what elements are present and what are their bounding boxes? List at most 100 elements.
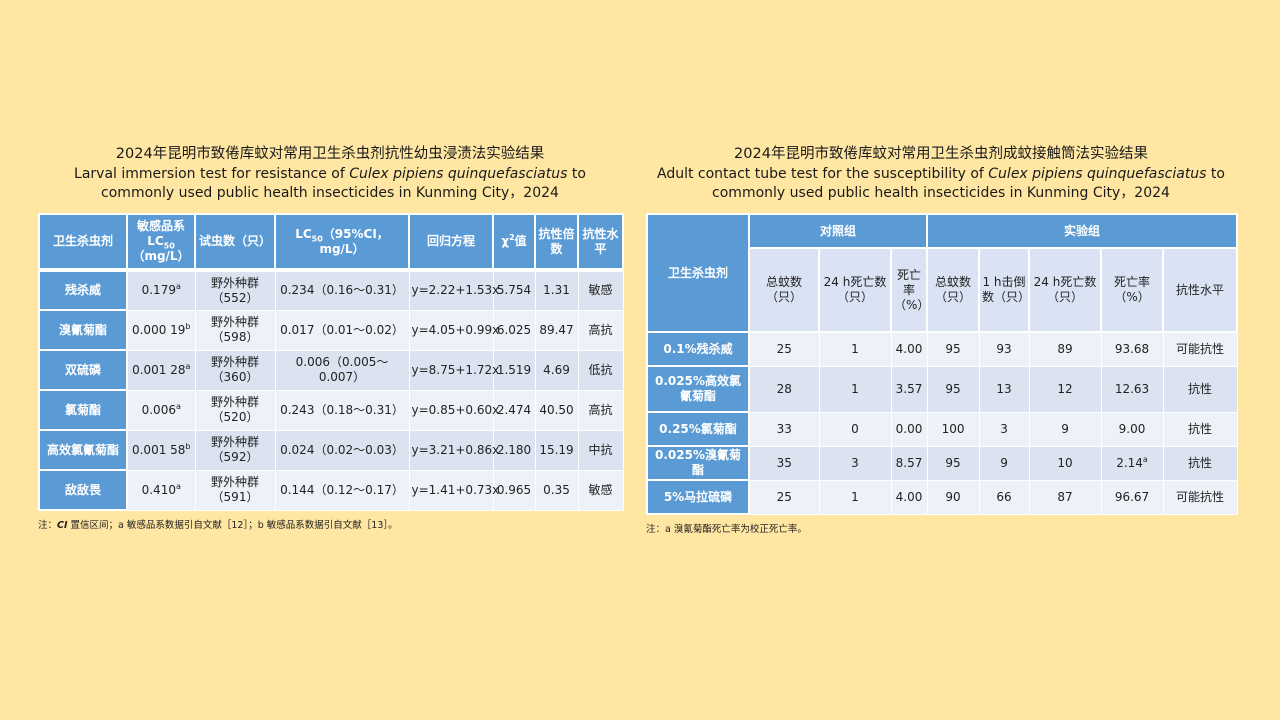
right-title-en: Adult contact tube test for the suscepti… (646, 165, 1236, 203)
col-resistance-ratio: 抗性倍数 (534, 213, 579, 272)
resistance-ratio: 4.69 (534, 349, 579, 391)
control-dead-24h: 1 (818, 365, 892, 413)
control-mortality: 4.00 (890, 331, 928, 367)
table-row: 残杀威 0.179a 野外种群 （552） 0.234（0.16～0.31） y=2.22… (38, 269, 624, 311)
exp-total: 95 (926, 331, 980, 367)
left-note-ci: CI (57, 520, 68, 531)
table-row: 双硫磷 0.001 28a 野外种群 （360） 0.006（0.005～0.007） y… (38, 349, 624, 391)
adult-results-table: 卫生杀虫剂 对照组 实验组 总蚊数（只） 24 h死亡数（只） 死亡率（%） 总… (646, 213, 1239, 515)
lc50-unit: （mg/L） (132, 249, 190, 263)
col-exp-knockdown-1h: 1 h击倒数（只） (978, 247, 1030, 333)
population-label: 野外种群 (210, 355, 259, 369)
col-control-mortality: 死亡率（%） (889, 247, 929, 333)
insecticide-name: 高效氯氰菊酯 (38, 429, 128, 471)
exp-dead-24h: 10 (1028, 445, 1102, 481)
lc50-ci: 0.017（0.01～0.02） (274, 309, 410, 351)
resistance-ratio: 15.19 (534, 429, 579, 471)
control-mortality: 0.00 (890, 411, 928, 447)
lc50-value: 0.001 58 (131, 442, 186, 457)
test-count: 野外种群 （591） (194, 469, 276, 511)
resistance-ratio: 40.50 (534, 389, 579, 431)
col-exp-mortality: 死亡率（%） (1100, 247, 1165, 333)
larval-results-table: 卫生杀虫剂 敏感品系 LC50 （mg/L） 试虫数（只） LC50（95%CI，m… (38, 213, 624, 511)
regression-equation: y=2.22+1.53x (408, 269, 499, 311)
susceptible-lc50: 0.410a (126, 469, 196, 511)
chi-symbol: χ (501, 234, 510, 248)
insecticide-name: 0.25%氯菊酯 (646, 411, 750, 447)
test-count: 野外种群 （592） (194, 429, 276, 471)
regression-equation: y=0.85+0.60x (408, 389, 499, 431)
exp-knockdown-1h: 9 (978, 445, 1030, 481)
exp-mortality: 9.00 (1100, 411, 1164, 447)
lc50-abbr: LC (147, 234, 164, 248)
population-count: （598） (211, 330, 259, 344)
population-count: （360） (211, 370, 259, 384)
population-label: 野外种群 (210, 435, 259, 449)
source-mark: b (185, 321, 191, 331)
left-title-en: Larval immersion test for resistance of … (38, 165, 622, 203)
col-chi-square: χ2值 (492, 213, 536, 272)
resistance-ratio: 0.35 (534, 469, 579, 511)
resistance-level: 高抗 (577, 309, 624, 351)
control-total: 25 (748, 331, 820, 367)
exp-dead-24h: 9 (1028, 411, 1102, 447)
control-total: 28 (748, 365, 820, 413)
left-note-text: 置信区间；a 敏感品系数据引自文献［12］；b 敏感品系数据引自文献［13］。 (67, 520, 398, 531)
chi-square-value: 5.754 (492, 269, 536, 311)
exp-total: 90 (926, 479, 980, 515)
right-title-en-species: Culex pipiens quinquefasciatus (988, 166, 1207, 182)
col-regression: 回归方程 (408, 213, 494, 272)
lc50-value: 0.410 (141, 482, 176, 497)
table-row: 0.025%溴氰菊酯 35 3 8.57 95 9 10 2.14a 抗性 (646, 445, 1238, 481)
lc50-ci: 0.234（0.16～0.31） (274, 269, 410, 311)
table-row: 敌敌畏 0.410a 野外种群 （591） 0.144（0.12～0.17） y=1.41… (38, 469, 624, 511)
source-mark: a (185, 361, 191, 371)
group-control: 对照组 (747, 213, 929, 249)
ci-unit: （95%CI，mg/L） (319, 226, 389, 256)
lc50-value: 0.001 28 (132, 362, 186, 377)
right-footnote: 注：a 溴氰菊酯死亡率为校正死亡率。 (646, 524, 807, 535)
ci-abbr: LC (295, 226, 312, 241)
mortality-value: 9.00 (1118, 421, 1146, 436)
lc50-label: 敏感品系 (136, 219, 185, 233)
population-count: （520） (211, 410, 259, 424)
mortality-value: 93.68 (1114, 341, 1150, 356)
mortality-value: 12.63 (1114, 381, 1150, 396)
regression-equation: y=4.05+0.99x (408, 309, 499, 351)
susceptible-lc50: 0.006a (126, 389, 196, 431)
population-count: （592） (211, 450, 259, 464)
control-dead-24h: 0 (818, 411, 892, 447)
chi-square-value: 1.519 (492, 349, 536, 391)
source-mark: a (175, 282, 181, 292)
table-row: 高效氯氰菊酯 0.001 58b 野外种群 （592） 0.024（0.02～0.03）… (38, 429, 624, 471)
exp-resistance-level: 抗性 (1162, 411, 1238, 447)
left-title-en-species: Culex pipiens quinquefasciatus (349, 166, 568, 182)
table-row: 5%马拉硫磷 25 1 4.00 90 66 87 96.67 可能抗性 (646, 479, 1238, 515)
control-dead-24h: 3 (818, 445, 892, 481)
exp-dead-24h: 89 (1028, 331, 1102, 367)
col-control-dead-24h: 24 h死亡数（只） (818, 247, 892, 333)
insecticide-name: 0.1%残杀威 (646, 331, 750, 367)
exp-resistance-level: 可能抗性 (1162, 331, 1238, 367)
lc50-value: 0.179 (141, 283, 176, 298)
resistance-level: 高抗 (577, 389, 624, 431)
left-footnote: 注：CI 置信区间；a 敏感品系数据引自文献［12］；b 敏感品系数据引自文献［… (38, 517, 622, 531)
correction-mark: a (1142, 454, 1148, 464)
insecticide-name: 氯菊酯 (38, 389, 128, 431)
col-resistance-level: 抗性水平 (577, 213, 624, 272)
control-total: 25 (748, 479, 820, 515)
lc50-ci: 0.024（0.02～0.03） (274, 429, 410, 471)
exp-resistance-level: 抗性 (1162, 445, 1238, 481)
exp-knockdown-1h: 66 (978, 479, 1030, 515)
population-count: （552） (211, 290, 259, 305)
insecticide-name: 残杀威 (38, 269, 128, 311)
col-exp-resistance-level: 抗性水平 (1162, 247, 1239, 333)
chi-suffix: 值 (514, 234, 527, 248)
control-total: 33 (748, 411, 820, 447)
col-control-total: 总蚊数（只） (748, 247, 820, 333)
mortality-value: 2.14 (1116, 455, 1143, 470)
group-experiment: 实验组 (926, 213, 1239, 249)
right-title-en-text: Adult contact tube test for the suscepti… (656, 166, 989, 182)
resistance-ratio: 89.47 (534, 309, 579, 351)
resistance-level: 敏感 (577, 269, 624, 311)
